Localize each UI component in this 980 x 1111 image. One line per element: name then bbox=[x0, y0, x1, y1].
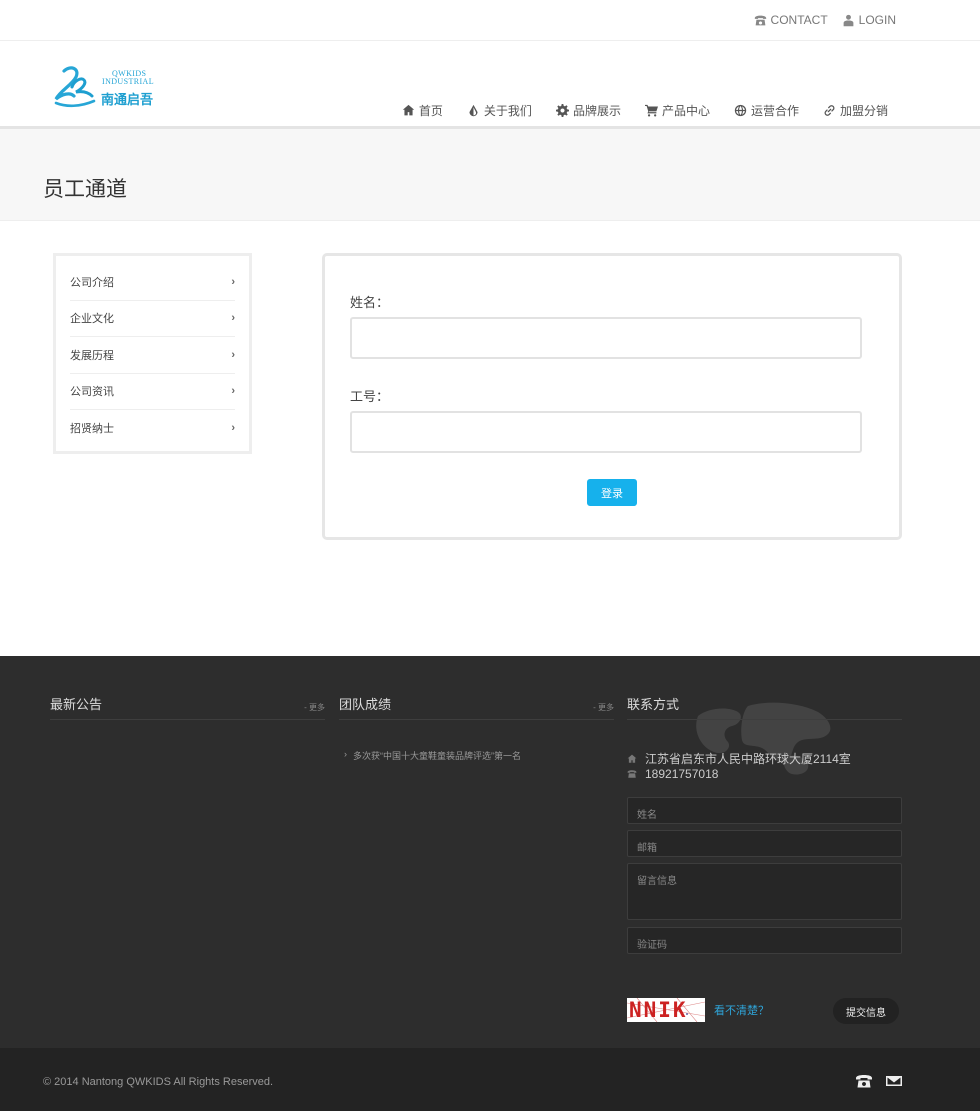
contact-address-text: 江苏省启东市人民中路环球大厦2114室 bbox=[645, 752, 851, 766]
bottom-contact-icons bbox=[856, 1074, 902, 1088]
login-button[interactable]: 登录 bbox=[587, 479, 637, 506]
footer-email-input[interactable]: 邮箱 bbox=[627, 830, 902, 857]
staff-login-form: 姓名： 工号： 登录 bbox=[322, 253, 902, 540]
copyright-text: © 2014 Nantong QWKIDS All Rights Reserve… bbox=[43, 1076, 274, 1088]
sidebar-item-news[interactable]: 公司资讯 › bbox=[70, 374, 235, 410]
contact-label: CONTACT bbox=[770, 13, 828, 27]
footer-team-more-link[interactable]: - 更多 bbox=[593, 702, 614, 713]
top-utility-bar: CONTACT LOGIN bbox=[0, 0, 980, 41]
user-icon bbox=[843, 14, 854, 26]
chevron-right-icon: › bbox=[344, 749, 347, 759]
logo-name-cn: 南通启吾 bbox=[101, 92, 154, 107]
captcha-refresh-link[interactable]: 看不清楚？ bbox=[714, 1002, 769, 1018]
home-icon bbox=[627, 754, 637, 763]
footer-name-input[interactable]: 姓名 bbox=[627, 797, 902, 824]
chevron-right-icon: › bbox=[231, 348, 235, 361]
nav-item-label: 产品中心 bbox=[661, 103, 710, 118]
nav-item-label: 加盟分销 bbox=[839, 103, 888, 118]
contact-phone: 18921757018 bbox=[627, 767, 718, 781]
sidebar-item-recruitment[interactable]: 招贤纳士 › bbox=[70, 410, 235, 447]
footer-notice-header: 最新公告 - 更多 bbox=[50, 694, 325, 720]
nav-item-label: 关于我们 bbox=[483, 103, 532, 118]
sidebar-item-label: 公司介绍 bbox=[70, 276, 114, 289]
footer-notice-title: 最新公告 bbox=[50, 697, 103, 712]
phone-icon bbox=[627, 770, 637, 778]
sidebar-item-culture[interactable]: 企业文化 › bbox=[70, 301, 235, 337]
drop-icon bbox=[469, 104, 478, 116]
nav-item-brands[interactable]: 品牌展示 bbox=[544, 91, 633, 129]
nav-item-home[interactable]: 首页 bbox=[390, 91, 455, 129]
chevron-right-icon: › bbox=[231, 422, 235, 435]
footer-team-more-label: 更多 bbox=[598, 703, 614, 712]
contact-address: 江苏省启东市人民中路环球大厦2114室 bbox=[627, 750, 851, 767]
globe-icon bbox=[734, 104, 747, 116]
nav-item-cooperation[interactable]: 运营合作 bbox=[722, 91, 811, 129]
employee-id-field[interactable] bbox=[350, 411, 862, 453]
footer-contact-column: 联系方式 江苏省启东市人民中路环球大厦2114室 18921757018 姓名 … bbox=[627, 694, 902, 1034]
gear-icon bbox=[555, 103, 569, 117]
contact-phone-text: 18921757018 bbox=[645, 767, 719, 781]
nav-item-franchise[interactable]: 加盟分销 bbox=[811, 91, 900, 129]
nav-item-label: 运营合作 bbox=[750, 103, 799, 118]
sidebar-item-label: 企业文化 bbox=[70, 313, 114, 326]
sidebar-item-label: 招贤纳士 bbox=[70, 423, 114, 436]
footer-captcha-input[interactable]: 验证码 bbox=[627, 927, 902, 954]
nav-item-label: 品牌展示 bbox=[572, 103, 621, 118]
site-logo[interactable]: QWKIDS INDUSTRIAL 南通启吾 bbox=[50, 63, 160, 109]
nav-item-label: 首页 bbox=[418, 103, 443, 118]
logo-mark-icon bbox=[54, 66, 96, 108]
name-field[interactable] bbox=[350, 317, 862, 359]
side-menu: 公司介绍 › 企业文化 › 发展历程 › 公司资讯 › 招贤纳士 › bbox=[53, 253, 252, 454]
footer-contact-header: 联系方式 bbox=[627, 694, 902, 720]
mail-icon[interactable] bbox=[886, 1074, 902, 1088]
employee-id-field-label: 工号： bbox=[350, 389, 390, 404]
site-header: QWKIDS INDUSTRIAL 南通启吾 首页 关于我们 品牌展示 产品中心… bbox=[0, 41, 980, 133]
phone-icon bbox=[754, 15, 766, 25]
home-icon bbox=[402, 104, 415, 115]
footer-message-textarea[interactable]: 留言信息 bbox=[627, 863, 902, 920]
sidebar-item-label: 公司资讯 bbox=[70, 386, 114, 399]
page-title: 员工通道 bbox=[43, 178, 127, 201]
contact-link[interactable]: CONTACT bbox=[754, 13, 828, 27]
login-label: LOGIN bbox=[858, 13, 896, 27]
sidebar-item-history[interactable]: 发展历程 › bbox=[70, 337, 235, 374]
sidebar-item-label: 发展历程 bbox=[70, 349, 114, 362]
page-title-band: 员工通道 bbox=[0, 129, 980, 221]
footer-team-title: 团队成绩 bbox=[339, 697, 392, 712]
footer-team-column: 团队成绩 - 更多 › 多次获“中国十大童鞋童装品牌评选”第一名 bbox=[339, 694, 614, 761]
footer-submit-button[interactable]: 提交信息 bbox=[833, 998, 899, 1024]
chevron-right-icon: › bbox=[231, 312, 235, 325]
footer-notice-more-label: 更多 bbox=[309, 703, 325, 712]
footer-contact-title: 联系方式 bbox=[627, 697, 680, 712]
name-field-label: 姓名： bbox=[350, 295, 390, 310]
captcha-image[interactable]: NNIK bbox=[627, 998, 705, 1022]
link-icon bbox=[824, 104, 835, 116]
footer-notice-more-link[interactable]: - 更多 bbox=[304, 702, 325, 713]
site-footer: 最新公告 - 更多 团队成绩 - 更多 › 多次获“中国十大童鞋童装品牌评选”第… bbox=[0, 656, 980, 1048]
cart-icon bbox=[644, 104, 658, 117]
main-nav: 首页 关于我们 品牌展示 产品中心 运营合作 加盟分销 bbox=[390, 91, 900, 133]
chevron-right-icon: › bbox=[231, 385, 235, 398]
sidebar-item-company-intro[interactable]: 公司介绍 › bbox=[70, 264, 235, 301]
footer-team-header: 团队成绩 - 更多 bbox=[339, 694, 614, 720]
logo-name-en: QWKIDS INDUSTRIAL bbox=[102, 70, 154, 86]
nav-item-about[interactable]: 关于我们 bbox=[454, 91, 544, 133]
nav-item-products[interactable]: 产品中心 bbox=[633, 91, 722, 129]
phone-icon[interactable] bbox=[856, 1074, 872, 1088]
footer-notice-column: 最新公告 - 更多 bbox=[50, 694, 325, 720]
logo-name-en-line2: INDUSTRIAL bbox=[102, 77, 154, 86]
chevron-right-icon: › bbox=[231, 275, 235, 288]
captcha-code: NNIK bbox=[629, 998, 688, 1022]
login-link[interactable]: LOGIN bbox=[842, 13, 896, 27]
list-item-text: 多次获“中国十大童鞋童装品牌评选”第一名 bbox=[353, 751, 521, 761]
top-links: CONTACT LOGIN bbox=[754, 13, 896, 27]
copyright-bar: © 2014 Nantong QWKIDS All Rights Reserve… bbox=[0, 1048, 980, 1111]
list-item[interactable]: › 多次获“中国十大童鞋童装品牌评选”第一名 bbox=[344, 749, 521, 762]
